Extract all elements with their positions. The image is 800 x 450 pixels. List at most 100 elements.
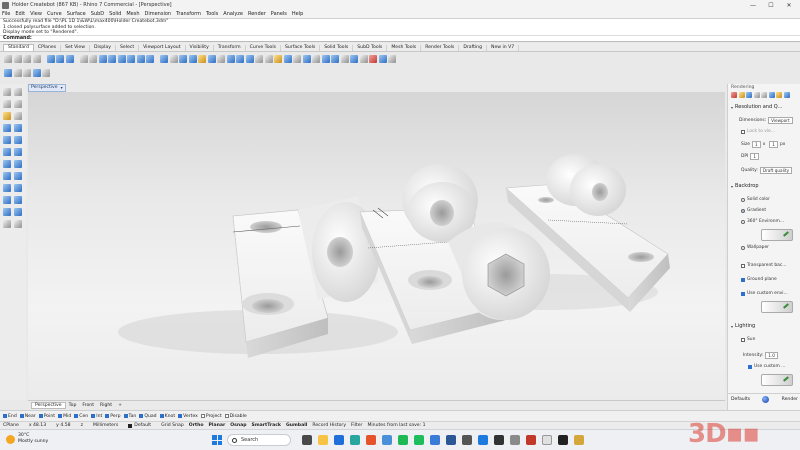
defaults-button[interactable]: Defaults	[731, 397, 750, 402]
four-view-icon[interactable]	[160, 55, 168, 63]
help-icon[interactable]	[302, 55, 311, 63]
cut-icon[interactable]	[46, 55, 55, 63]
toggle-smarttrack[interactable]: SmartTrack	[252, 423, 281, 428]
checkbox-icon[interactable]	[123, 414, 128, 418]
copy-icon[interactable]	[56, 55, 64, 63]
view-tab-front[interactable]: Front	[79, 403, 97, 408]
section-lighting-header[interactable]: ▾ Lighting	[731, 323, 755, 329]
sun-icon[interactable]	[274, 55, 282, 63]
subd-tool-icon[interactable]	[14, 184, 22, 192]
close-button[interactable]: ✕	[780, 0, 798, 10]
shade-icon[interactable]	[226, 55, 235, 63]
menu-help[interactable]: Help	[292, 11, 303, 17]
fillet-edge-icon[interactable]	[3, 172, 11, 180]
task-view-icon[interactable]	[302, 435, 312, 445]
osnap-near[interactable]: Near	[19, 414, 36, 419]
menu-edit[interactable]: Edit	[15, 11, 25, 17]
checkbox-icon[interactable]	[741, 277, 745, 282]
move-tool-icon[interactable]	[3, 196, 11, 204]
grasshopper-icon[interactable]	[388, 55, 396, 63]
file-explorer-icon[interactable]	[318, 435, 328, 445]
boolean-difference-icon[interactable]	[14, 160, 22, 168]
intensity-input[interactable]: 1.0	[765, 352, 778, 359]
osnap-mid[interactable]: Mid	[58, 414, 71, 419]
size-height-input[interactable]: 1	[769, 141, 778, 148]
edge-browser-icon[interactable]	[350, 435, 360, 445]
toggle-ortho[interactable]: Ortho	[189, 423, 204, 428]
dimensions-select[interactable]: Viewport	[768, 117, 793, 124]
checkbox-icon[interactable]	[139, 414, 144, 418]
osnap-perp[interactable]: Perp	[105, 414, 121, 419]
chevron-down-icon[interactable]: ▾	[731, 105, 733, 110]
perspective-viewport[interactable]	[28, 92, 725, 400]
cplane-icon[interactable]	[169, 55, 178, 63]
menu-render[interactable]: Render	[248, 11, 266, 17]
size-width-input[interactable]: 1	[752, 141, 761, 148]
texture-icon[interactable]	[283, 55, 292, 63]
backdrop-gradient-option[interactable]: Gradient	[741, 208, 766, 213]
tab-select[interactable]: Select	[116, 45, 140, 51]
taskbar-search[interactable]: Search	[227, 434, 291, 446]
osnap-int[interactable]: Int	[91, 414, 102, 419]
start-button[interactable]	[212, 435, 222, 445]
app-icon[interactable]	[462, 435, 472, 445]
tab-render-tools[interactable]: Render Tools	[421, 45, 460, 51]
render-icon[interactable]	[369, 55, 377, 63]
checkbox-icon[interactable]	[224, 414, 229, 418]
sun-panel-icon[interactable]	[738, 92, 745, 98]
cone-tool-icon[interactable]	[14, 148, 22, 156]
curvature-icon[interactable]	[331, 55, 339, 63]
select-arrow-icon[interactable]	[3, 88, 11, 96]
pencil-icon[interactable]	[783, 231, 789, 237]
render-button[interactable]: Render	[782, 397, 798, 402]
circle-icon[interactable]	[23, 69, 31, 77]
materials-panel-icon[interactable]	[746, 92, 752, 98]
arc-tool-icon[interactable]	[14, 112, 22, 120]
radio-icon[interactable]	[741, 208, 745, 213]
point-icon[interactable]	[4, 69, 12, 77]
box-tool-icon[interactable]	[3, 136, 11, 144]
menu-view[interactable]: View	[30, 11, 42, 17]
shell-icon[interactable]	[14, 172, 22, 180]
circle-tool-icon[interactable]	[3, 112, 11, 120]
store-icon[interactable]	[382, 435, 392, 445]
paste-icon[interactable]	[65, 55, 74, 63]
menu-mesh[interactable]: Mesh	[126, 11, 139, 17]
custom-environment-swatch[interactable]	[761, 301, 793, 313]
tab-solid-tools[interactable]: Solid Tools	[320, 45, 354, 51]
menu-solid[interactable]: Solid	[109, 11, 121, 17]
terminal-icon[interactable]	[494, 435, 504, 445]
maximize-button[interactable]: ☐	[762, 0, 780, 10]
tab-mesh-tools[interactable]: Mesh Tools	[387, 45, 422, 51]
checkbox-icon[interactable]	[741, 291, 745, 296]
active-app-icon[interactable]	[574, 435, 584, 445]
lock-to-viewport-row[interactable]: Lock to vie...	[741, 129, 775, 134]
toggle-record-history[interactable]: Record History	[312, 423, 346, 428]
area-icon[interactable]	[350, 55, 358, 63]
osnap-end[interactable]: End	[3, 414, 17, 419]
use-custom-row[interactable]: Use custom ...	[748, 364, 785, 369]
point-tool-icon[interactable]	[14, 88, 22, 96]
osnap-quad[interactable]: Quad	[139, 414, 157, 419]
layer-indicator[interactable]: Default	[128, 423, 151, 428]
tab-visibility[interactable]: Visibility	[186, 45, 214, 51]
light-icon[interactable]	[264, 55, 273, 63]
menu-subd[interactable]: SubD	[91, 11, 104, 17]
pan-icon[interactable]	[98, 55, 107, 63]
office-icon[interactable]	[366, 435, 376, 445]
tab-new-in-v7[interactable]: New in V7	[487, 45, 520, 51]
checkbox-icon[interactable]	[748, 364, 752, 369]
chevron-down-icon[interactable]: ▾	[731, 324, 733, 329]
checkbox-icon[interactable]	[159, 414, 164, 418]
checkbox-icon[interactable]	[19, 414, 24, 418]
select-all-icon[interactable]	[179, 55, 187, 63]
command-prompt[interactable]: Command:	[0, 35, 800, 42]
checkbox-icon[interactable]	[58, 414, 63, 418]
house-panel-icon[interactable]	[783, 92, 790, 98]
toggle-osnap[interactable]: Osnap	[230, 423, 246, 428]
rotate-tool-icon[interactable]	[14, 196, 22, 204]
transparent-background-row[interactable]: Transparent bac...	[741, 263, 786, 268]
checkbox-icon[interactable]	[178, 414, 183, 418]
zoom-window-icon[interactable]	[127, 55, 135, 63]
backdrop-360-option[interactable]: 360° Environm...	[741, 219, 784, 224]
